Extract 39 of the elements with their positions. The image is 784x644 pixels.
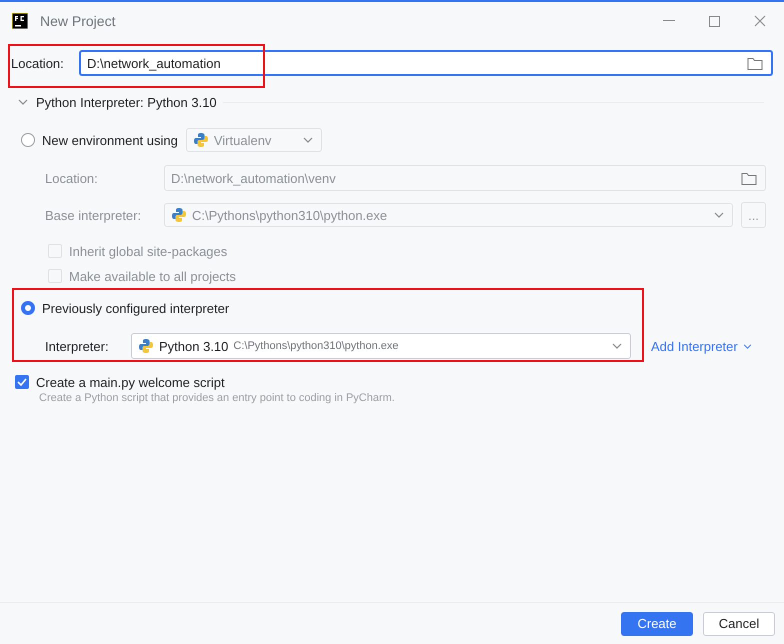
venv-location-field[interactable]: D:\network_automation\venv [164,165,766,191]
environment-dropdown[interactable]: Virtualenv [186,128,322,152]
radio-button[interactable] [21,301,35,315]
checkbox-label: Create a main.py welcome script [36,374,225,390]
chevron-down-icon[interactable] [18,99,28,105]
chevron-down-icon [302,137,313,143]
radio-label: Previously configured interpreter [42,300,230,316]
python-icon [138,338,154,354]
create-button[interactable]: Create [621,612,693,636]
python-icon [192,132,209,148]
window-title: New Project [40,13,116,29]
chevron-down-icon [714,212,724,218]
field-label: Location: [45,170,99,186]
app-logo-icon [12,13,28,29]
chevron-down-icon [612,343,622,349]
section-title: Python Interpreter: Python 3.10 [36,94,217,110]
interpreter-dropdown[interactable]: Python 3.10 C:\Pythons\python310\python.exe [131,333,631,359]
add-interpreter-link[interactable]: Add Interpreter [651,338,752,354]
location-field[interactable]: D:\network_automation [79,50,773,76]
hint-text: Create a Python script that provides an entry point to coding in PyCharm. [38,392,396,404]
checkmark-icon [17,378,27,386]
browse-button[interactable]: ... [741,202,766,228]
minimize-icon[interactable] [663,20,675,22]
folder-icon[interactable] [741,172,757,184]
base-interpreter-dropdown[interactable]: C:\Pythons\python310\python.exe [164,203,733,227]
radio-button[interactable] [21,133,35,147]
cancel-button[interactable]: Cancel [703,612,775,636]
location-label: Location: [11,56,65,70]
maximize-icon[interactable] [709,16,720,26]
python-icon [171,207,187,223]
field-label: Interpreter: [45,338,110,354]
field-label: Base interpreter: [45,208,142,222]
chevron-down-icon [742,344,752,348]
checkbox-label: Inherit global site-packages [69,244,228,258]
folder-icon[interactable] [747,56,763,70]
checkbox-label: Make available to all projects [69,268,236,284]
radio-label: New environment using [42,132,178,148]
checkbox[interactable] [15,375,29,389]
close-icon[interactable] [754,15,766,27]
